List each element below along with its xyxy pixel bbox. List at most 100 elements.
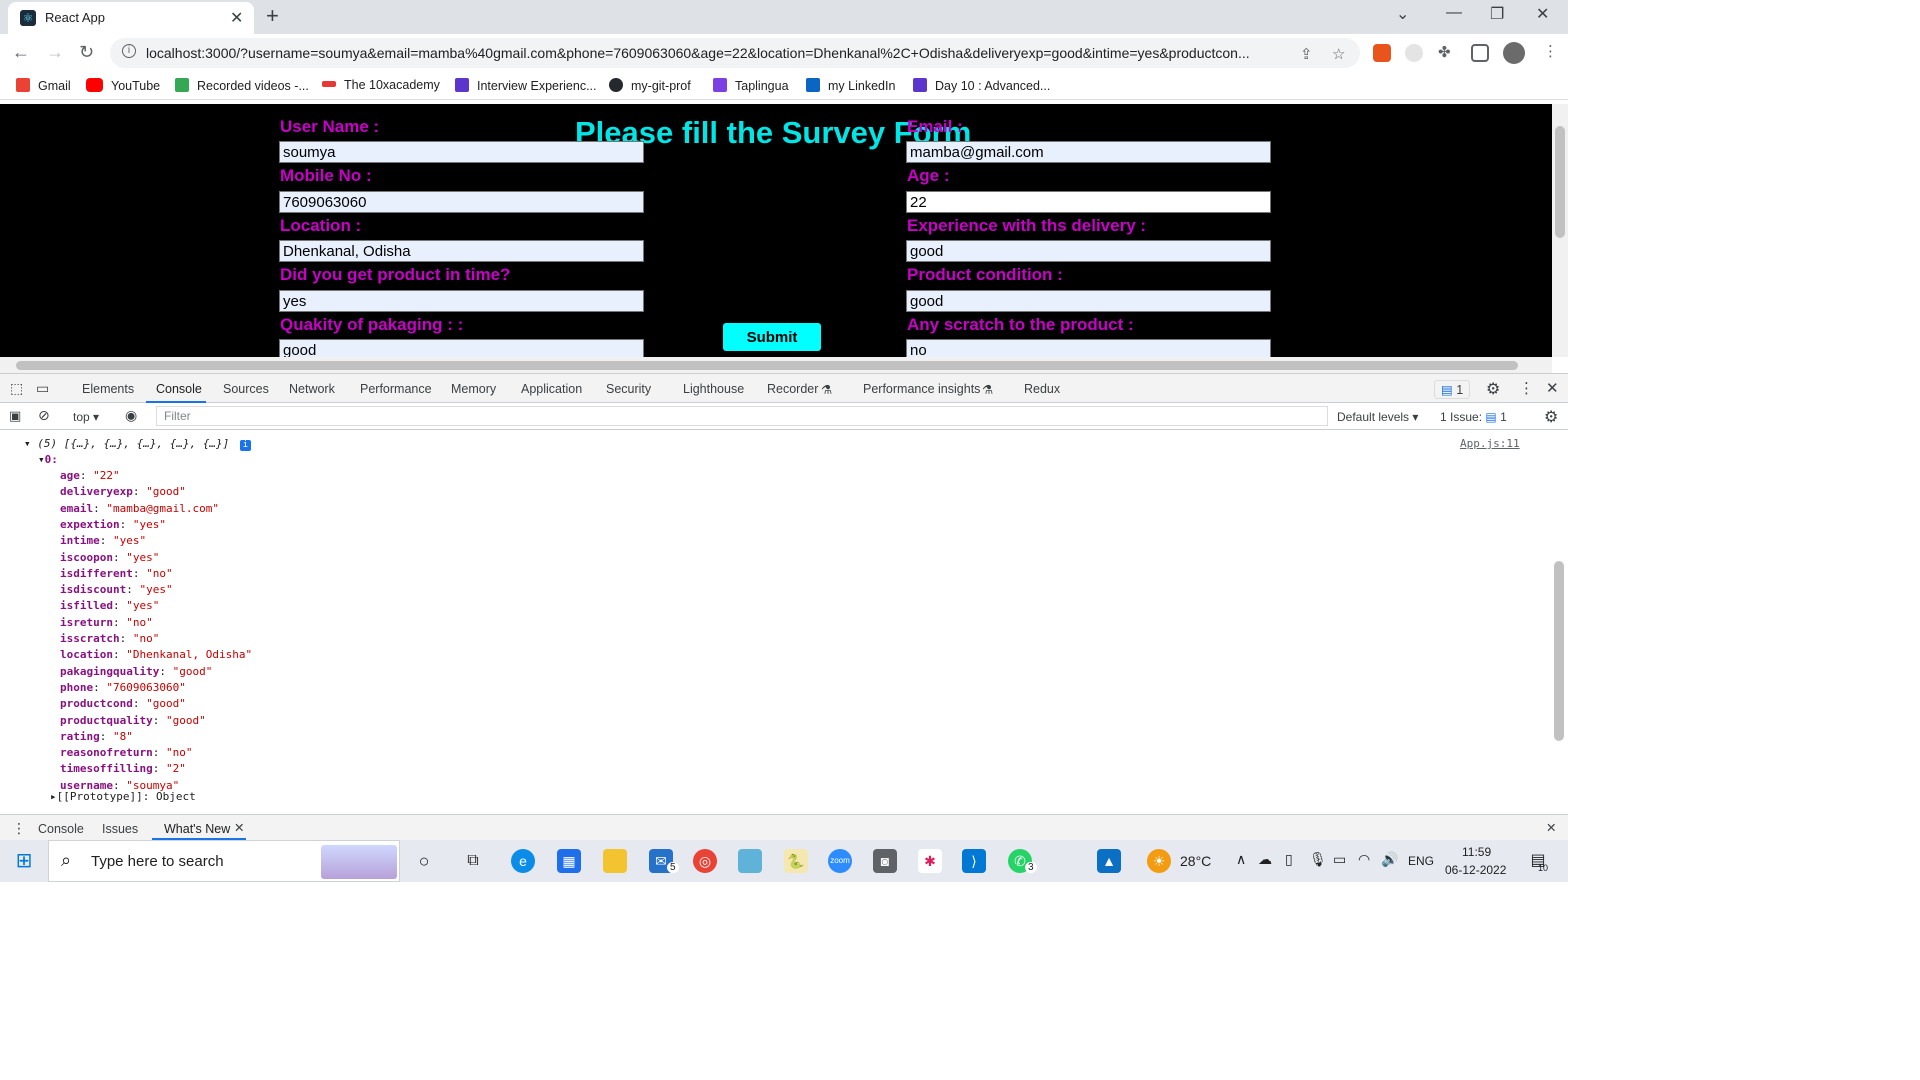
side-panel-icon[interactable] bbox=[1471, 44, 1489, 62]
eye-icon[interactable]: ◉ bbox=[125, 407, 137, 424]
tab-network[interactable]: Network bbox=[289, 382, 335, 396]
email-input[interactable] bbox=[906, 141, 1271, 163]
property-line[interactable]: intime: "yes" bbox=[60, 534, 146, 547]
extension-icon[interactable] bbox=[1373, 44, 1391, 62]
weather-icon[interactable]: ☀ bbox=[1147, 849, 1171, 873]
bookmark-star-icon[interactable]: ☆ bbox=[1332, 45, 1345, 63]
camera-icon[interactable]: ◙ bbox=[873, 849, 897, 873]
tab-performance-insights[interactable]: Performance insights bbox=[863, 382, 980, 396]
property-line[interactable]: isdifferent: "no" bbox=[60, 567, 173, 580]
tab-console[interactable]: Console bbox=[156, 382, 202, 396]
drawer-menu-icon[interactable]: ⋮ bbox=[12, 820, 26, 837]
site-info-icon[interactable]: i bbox=[122, 44, 136, 58]
source-link[interactable]: App.js:11 bbox=[1460, 437, 1520, 450]
sidebar-toggle-icon[interactable]: ▣ bbox=[9, 408, 21, 424]
bookmark-gmail[interactable]: Gmail bbox=[16, 78, 71, 93]
issues-count[interactable]: 1 Issue: ▤ 1 bbox=[1440, 410, 1507, 424]
bookmark-interview[interactable]: Interview Experienc... bbox=[455, 78, 597, 93]
store-icon[interactable]: ▦ bbox=[557, 849, 581, 873]
inspect-icon[interactable]: ⬚ bbox=[10, 380, 23, 397]
menu-icon[interactable]: ⋮ bbox=[1543, 42, 1558, 60]
avatar[interactable] bbox=[1503, 42, 1525, 64]
bookmark-10xacademy[interactable]: The 10xacademy bbox=[322, 78, 440, 92]
property-line[interactable]: productquality: "good" bbox=[60, 714, 206, 727]
tab-redux[interactable]: Redux bbox=[1024, 382, 1060, 396]
taskbar-search[interactable]: ⌕ Type here to search bbox=[48, 840, 400, 882]
property-line[interactable]: age: "22" bbox=[60, 469, 120, 482]
deliveryexp-input[interactable] bbox=[906, 240, 1271, 262]
property-line[interactable]: reasonofreturn: "no" bbox=[60, 746, 192, 759]
property-line[interactable]: productcond: "good" bbox=[60, 697, 186, 710]
forward-icon[interactable]: → bbox=[46, 42, 64, 63]
property-line[interactable]: timesoffilling: "2" bbox=[60, 762, 186, 775]
slack-icon[interactable]: ✱ bbox=[918, 849, 942, 873]
settings-gear-icon[interactable]: ⚙ bbox=[1486, 379, 1500, 399]
packaging-input[interactable] bbox=[279, 339, 644, 357]
username-input[interactable] bbox=[279, 141, 644, 163]
close-drawer-tab-icon[interactable]: ✕ bbox=[234, 820, 244, 835]
property-line[interactable]: location: "Dhenkanal, Odisha" bbox=[60, 648, 252, 661]
device-toolbar-icon[interactable]: ▭ bbox=[36, 380, 49, 397]
property-line[interactable]: isdiscount: "yes" bbox=[60, 583, 173, 596]
clear-console-icon[interactable]: ⊘ bbox=[38, 407, 50, 424]
windows-start-icon[interactable]: ⊞ bbox=[12, 849, 36, 873]
bookmark-youtube[interactable]: YouTube bbox=[86, 78, 160, 93]
python-icon[interactable]: 🐍 bbox=[784, 849, 808, 873]
device-icon[interactable]: ▯ bbox=[1285, 851, 1293, 868]
drawer-tab-whats-new[interactable]: What's New bbox=[164, 822, 230, 836]
more-options-icon[interactable]: ⋮ bbox=[1519, 379, 1534, 397]
tab-elements[interactable]: Elements bbox=[82, 382, 134, 396]
property-line[interactable]: iscoopon: "yes" bbox=[60, 551, 159, 564]
wifi-icon[interactable]: ◠ bbox=[1358, 851, 1370, 868]
tab-lighthouse[interactable]: Lighthouse bbox=[683, 382, 744, 396]
zoom-icon[interactable]: zoom bbox=[828, 849, 852, 873]
vscode-icon[interactable]: ⟩ bbox=[962, 849, 986, 873]
age-input[interactable] bbox=[906, 191, 1271, 213]
bookmark-recorded-videos[interactable]: Recorded videos -... bbox=[175, 78, 309, 93]
share-icon[interactable]: ⇪ bbox=[1300, 45, 1313, 63]
property-line[interactable]: email: "mamba@gmail.com" bbox=[60, 502, 219, 515]
weather-temp[interactable]: 28°C bbox=[1180, 853, 1211, 869]
drawer-tab-console[interactable]: Console bbox=[38, 822, 84, 836]
tab-performance[interactable]: Performance bbox=[360, 382, 432, 396]
extension-icon[interactable] bbox=[1405, 44, 1423, 62]
context-select[interactable]: top ▾ bbox=[73, 410, 99, 424]
photos-icon[interactable]: ▲ bbox=[1097, 849, 1121, 873]
minimize-icon[interactable]: — bbox=[1446, 4, 1462, 22]
page-vertical-scrollbar[interactable] bbox=[1552, 104, 1568, 357]
scrollbar-thumb[interactable] bbox=[16, 361, 1518, 370]
close-tab-icon[interactable]: ✕ bbox=[230, 8, 243, 28]
property-line[interactable]: pakagingquality: "good" bbox=[60, 665, 212, 678]
volume-icon[interactable]: 🔊 bbox=[1381, 851, 1398, 868]
property-line[interactable]: isfilled: "yes" bbox=[60, 599, 159, 612]
onedrive-icon[interactable]: ☁ bbox=[1258, 851, 1272, 868]
chevron-up-icon[interactable]: ∧ bbox=[1236, 851, 1246, 868]
tab-search-icon[interactable]: ⌄ bbox=[1396, 4, 1409, 24]
tab-sources[interactable]: Sources bbox=[223, 382, 269, 396]
array-index[interactable]: ▾0: bbox=[38, 453, 58, 466]
scrollbar-thumb[interactable] bbox=[1555, 126, 1565, 238]
phone-input[interactable] bbox=[279, 191, 644, 213]
productcond-input[interactable] bbox=[906, 290, 1271, 312]
property-line[interactable]: isreturn: "no" bbox=[60, 616, 153, 629]
back-icon[interactable]: ← bbox=[12, 42, 30, 63]
console-settings-icon[interactable]: ⚙ bbox=[1544, 407, 1558, 427]
property-line[interactable]: isscratch: "no" bbox=[60, 632, 159, 645]
puzzle-icon[interactable]: ✤ bbox=[1438, 43, 1451, 61]
property-line[interactable]: expextion: "yes" bbox=[60, 518, 166, 531]
log-levels-select[interactable]: Default levels ▾ bbox=[1337, 410, 1418, 424]
close-drawer-icon[interactable]: ✕ bbox=[1546, 820, 1556, 835]
intime-input[interactable] bbox=[279, 290, 644, 312]
close-devtools-icon[interactable]: ✕ bbox=[1546, 379, 1559, 397]
console-scrollbar[interactable] bbox=[1550, 431, 1568, 811]
property-line[interactable]: deliveryexp: "good" bbox=[60, 485, 186, 498]
drawer-tab-issues[interactable]: Issues bbox=[102, 822, 138, 836]
bookmark-day10[interactable]: Day 10 : Advanced... bbox=[913, 78, 1050, 93]
submit-button[interactable]: Submit bbox=[723, 323, 821, 351]
bookmark-taplingua[interactable]: Taplingua bbox=[713, 78, 789, 93]
page-horizontal-scrollbar[interactable] bbox=[0, 357, 1552, 373]
microphone-icon[interactable]: 🎙 bbox=[1309, 851, 1327, 868]
console-filter-input[interactable]: Filter bbox=[156, 406, 1328, 426]
property-line[interactable]: phone: "7609063060" bbox=[60, 681, 186, 694]
address-bar[interactable]: i localhost:3000/?username=soumya&email=… bbox=[110, 38, 1360, 68]
